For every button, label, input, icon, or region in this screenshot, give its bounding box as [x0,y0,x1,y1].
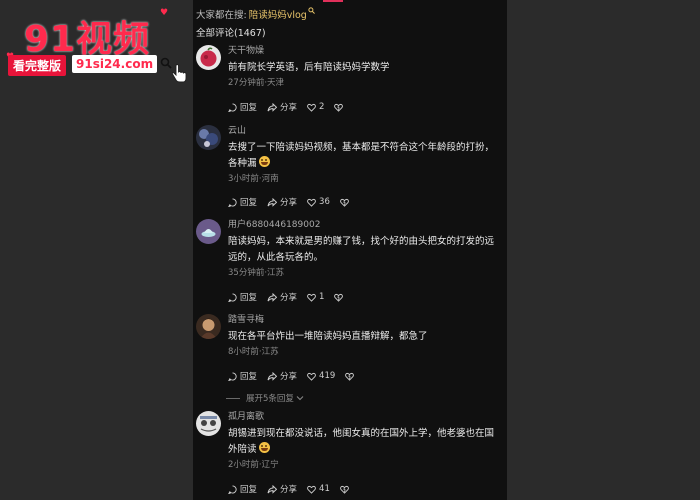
share-button[interactable]: 分享 [267,196,297,208]
share-label: 分享 [280,485,298,495]
share-label: 分享 [280,293,298,303]
share-icon [267,292,278,302]
share-icon [267,484,278,494]
right-backdrop [507,0,700,500]
like-heart-icon [307,372,316,381]
share-icon [267,102,278,112]
comment-text: 陪读妈妈，本来就是男的赚了钱，找个好的由头把女的打发的远远的，从此各玩各的。 [228,236,495,263]
avatar[interactable] [196,411,221,436]
trending-search-prefix: 大家都在搜: [196,10,247,21]
comment-meta: 3小时前·河南 [228,174,279,184]
dislike-heart-icon [345,372,355,381]
reply-label: 回复 [240,103,258,113]
username[interactable]: 天干物燥 [228,45,498,58]
like-button[interactable]: 419 [307,371,335,381]
laughing-emoji-icon [258,156,270,167]
share-button[interactable]: 分享 [267,483,297,495]
share-button[interactable]: 分享 [267,370,297,382]
trending-search-term[interactable]: 陪读妈妈vlog [249,10,307,21]
search-icon [308,7,315,14]
reply-icon [228,197,237,207]
dislike-button[interactable] [339,485,352,494]
dislike-heart-icon [334,103,344,112]
laughing-emoji-icon [258,442,270,453]
like-count: 36 [319,197,330,207]
dislike-button[interactable] [339,198,352,207]
username[interactable]: 孤月离歌 [228,411,498,424]
like-button[interactable]: 36 [307,197,330,207]
reply-label: 回复 [240,485,258,495]
dislike-button[interactable] [345,372,357,381]
dislike-heart-icon [334,293,344,302]
comment-meta: 8小时前·江苏 [228,347,279,357]
like-count: 2 [319,102,325,112]
avatar[interactable] [196,314,221,339]
like-heart-icon [307,198,316,207]
comment-panel: 大家都在搜: 陪读妈妈vlog 全部评论(1467) 天干物燥 前有院长学英语，后… [193,0,507,500]
comment-text: 胡锡进到现在都没说话，他闺女真的在国外上学，他老婆也在国外陪读 [228,426,498,458]
comment-actions: 回复 分享 2 [228,101,356,113]
share-label: 分享 [280,372,298,382]
all-comments-count: 全部评论(1467) [196,28,266,39]
comment-actions: 回复 分享 41 [228,483,362,495]
username[interactable]: 踏雪寻梅 [228,314,498,327]
reply-icon [228,371,237,381]
watermark: ♥ ♥ 91视频 看完整版 91si24.com [0,0,193,90]
watermark-url[interactable]: 91si24.com [72,55,158,73]
like-button[interactable]: 2 [307,102,324,112]
watermark-heart-icon: ♥ [160,8,169,18]
comment-actions: 回复 分享 1 [228,291,356,303]
reply-label: 回复 [240,372,258,382]
share-icon [267,371,278,381]
reply-icon [228,102,237,112]
like-count: 419 [319,371,336,381]
comment-actions: 回复 分享 36 [228,196,362,208]
comment-meta: 35分钟前·江苏 [228,268,285,278]
username[interactable]: 云山 [228,125,498,138]
username[interactable]: 用户6880446189002 [228,219,498,232]
divider [226,397,240,399]
dislike-button[interactable] [334,293,346,302]
comment-text: 去搜了一下陪读妈妈视频，基本都是不符合这个年龄段的打扮，各种漏 [228,140,498,172]
avatar[interactable] [196,125,221,150]
share-button[interactable]: 分享 [267,291,297,303]
comment-actions: 回复 分享 419 [228,370,367,382]
comment-meta: 27分钟前·天津 [228,78,285,88]
dislike-heart-icon [339,485,349,494]
expand-replies-button[interactable]: 展开5条回复 [226,392,304,404]
like-count: 1 [319,292,325,302]
share-label: 分享 [280,198,298,208]
like-count: 41 [319,484,330,494]
like-button[interactable]: 1 [307,292,324,302]
share-label: 分享 [280,103,298,113]
like-heart-icon [307,485,316,494]
reply-button[interactable]: 回复 [228,370,257,382]
dislike-button[interactable] [334,103,346,112]
reply-icon [228,484,237,494]
reply-button[interactable]: 回复 [228,291,257,303]
chevron-down-icon [296,396,304,401]
share-icon [267,197,278,207]
comment-meta: 2小时前·辽宁 [228,460,279,470]
like-heart-icon [307,103,316,112]
top-indicator [323,0,343,2]
share-button[interactable]: 分享 [267,101,297,113]
reply-button[interactable]: 回复 [228,101,257,113]
pointer-hand-icon [171,64,187,83]
reply-label: 回复 [240,198,258,208]
reply-button[interactable]: 回复 [228,196,257,208]
expand-replies-label: 展开5条回复 [246,394,294,404]
reply-label: 回复 [240,293,258,303]
reply-button[interactable]: 回复 [228,483,257,495]
like-button[interactable]: 41 [307,484,330,494]
reply-icon [228,292,237,302]
comment-text: 前有院长学英语，后有陪读妈妈学数学 [228,62,390,73]
watermark-full-version-button[interactable]: 看完整版 [8,55,67,76]
trending-search[interactable]: 大家都在搜: 陪读妈妈vlog [196,7,315,21]
avatar[interactable] [196,219,221,244]
comment-text: 现在各平台炸出一堆陪读妈妈直播辩解，都急了 [228,331,428,342]
like-heart-icon [307,293,316,302]
dislike-heart-icon [339,198,349,207]
avatar[interactable] [196,45,221,70]
